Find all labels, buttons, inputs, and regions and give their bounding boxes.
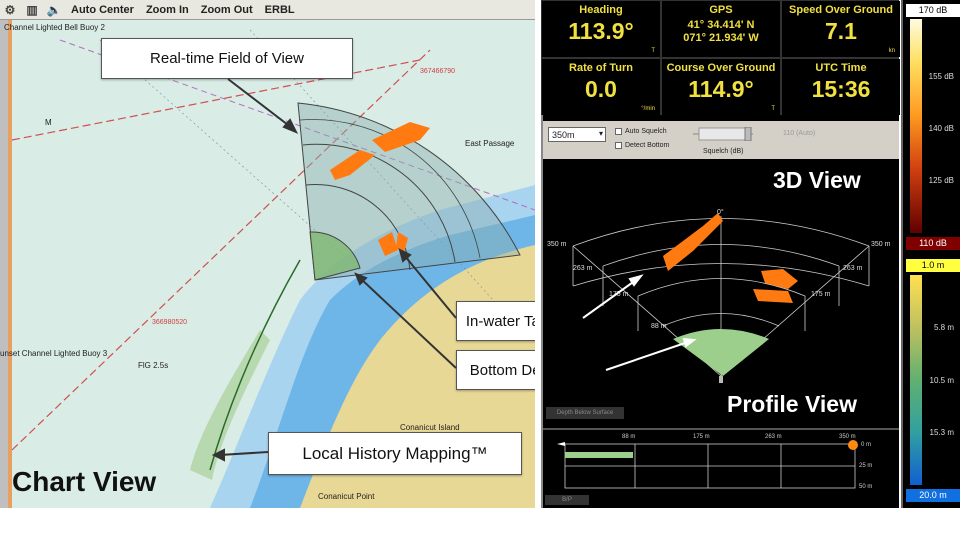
rot-value: 0.0 <box>585 76 617 102</box>
depth-label-5-8: 5.8 m <box>933 323 954 332</box>
bars-icon[interactable]: ▥ <box>24 2 40 18</box>
squelch-value: 110 (Auto) <box>783 130 816 137</box>
detect-bottom-label: Detect Bottom <box>625 142 670 149</box>
db-scale-mid: 110 dB <box>906 237 960 250</box>
ring-label-left-175: 175 m <box>609 291 629 298</box>
auto-center-button[interactable]: Auto Center <box>68 4 137 16</box>
depth-label-15-3: 15.3 m <box>929 428 954 437</box>
profile-x-175: 175 m <box>693 434 710 440</box>
cog-title: Course Over Ground <box>666 62 776 74</box>
depth-color-bar <box>910 275 922 485</box>
detect-bottom-checkbox[interactable]: Detect Bottom <box>615 142 669 149</box>
conanicut-island-label: Conanicut Island <box>400 423 460 432</box>
3d-view-title: 3D View <box>773 167 861 193</box>
db-color-bar <box>910 19 922 233</box>
rot-title: Rate of Turn <box>569 62 633 74</box>
bell-buoy-label: Channel Lighted Bell Buoy 2 <box>4 23 105 32</box>
utc-cell: UTC Time 15:36 <box>782 59 900 115</box>
depth-label-10-5: 10.5 m <box>929 376 954 385</box>
erbl-button[interactable]: ERBL <box>262 4 298 16</box>
sunset-buoy-label: unset Channel Lighted Buoy 3 <box>0 349 108 358</box>
cog-unit: T <box>771 106 775 112</box>
gps-lon: 071° 21.934' W <box>683 32 759 44</box>
zoom-in-button[interactable]: Zoom In <box>143 4 192 16</box>
detect-bottom-box[interactable] <box>615 142 622 149</box>
auto-squelch-label: Auto Squelch <box>625 128 667 135</box>
profile-x-263: 263 m <box>765 434 782 440</box>
depth-below-surface-button[interactable]: Depth Below Surface <box>546 407 624 419</box>
heading-value: 113.9° <box>568 18 634 44</box>
ring-label-right-350: 350 m <box>871 241 891 248</box>
history-callout: Local History Mapping™ <box>268 432 522 475</box>
profile-y-50: 50 m <box>859 484 873 490</box>
heading-cell: Heading 113.9° T <box>542 1 660 57</box>
profile-y-25: 25 m <box>859 463 873 469</box>
gps-title: GPS <box>709 4 733 16</box>
chart-m-label: M <box>45 118 52 127</box>
ais-id-label-2: 366980520 <box>152 319 188 326</box>
ring-label-left-350: 350 m <box>547 241 567 248</box>
depth-scale-top: 1.0 m <box>906 259 960 272</box>
chart-view-title: Chart View <box>12 466 157 497</box>
nav-data-grid: Heading 113.9° T GPS 41° 34.414' N 071° … <box>541 0 900 115</box>
profile-view-panel: 88 m 175 m 263 m 350 m 0 m 25 m 50 m B/P <box>543 428 899 508</box>
gps-cell: GPS 41° 34.414' N 071° 21.934' W <box>662 1 780 57</box>
sonar-3d-plot <box>572 213 870 383</box>
targets-callout: In-water Targets <box>456 301 535 341</box>
ring-label-left-263: 263 m <box>573 265 593 272</box>
zoom-out-button[interactable]: Zoom Out <box>198 4 256 16</box>
depth-scale-bottom: 20.0 m <box>906 489 960 502</box>
bottom-callout: Bottom Detections <box>456 350 535 390</box>
sog-title: Speed Over Ground <box>789 4 893 16</box>
db-label-140: 140 dB <box>928 124 954 133</box>
range-select[interactable]: 350m <box>548 127 606 142</box>
cog-cell: Course Over Ground 114.9° T <box>662 59 780 115</box>
cog-value: 114.9° <box>688 76 754 102</box>
east-passage-label: East Passage <box>465 139 515 148</box>
ring-label-right-263: 263 m <box>843 265 863 272</box>
sog-unit: kn <box>888 48 895 54</box>
db-label-125: 125 dB <box>928 176 954 185</box>
profile-view-title: Profile View <box>727 391 857 417</box>
chart-toolbar: ⚙ ▥ 🔈 Auto Center Zoom In Zoom Out ERBL <box>0 0 535 20</box>
gear-icon[interactable]: ⚙ <box>2 2 18 18</box>
gps-lat: 41° 34.414' N <box>687 19 755 31</box>
db-scale-top: 170 dB <box>906 4 960 17</box>
rot-unit: °/min <box>641 106 655 112</box>
angle-label: 0° <box>717 209 724 216</box>
ring-label-right-175: 175 m <box>811 291 831 298</box>
auto-squelch-checkbox[interactable]: Auto Squelch <box>615 128 667 135</box>
db-label-155: 155 dB <box>928 72 954 81</box>
sonar-controls: 350m Auto Squelch Detect Bottom 110 (Aut… <box>543 121 899 159</box>
auto-squelch-box[interactable] <box>615 128 622 135</box>
profile-x-350: 350 m <box>839 434 856 440</box>
profile-plot <box>557 440 858 489</box>
ais-id-label-1: 367466790 <box>420 68 456 75</box>
heading-unit: T <box>651 48 655 54</box>
profile-y-0: 0 m <box>861 442 872 448</box>
color-scale-panel: 170 dB 155 dB 140 dB 125 dB 110 dB 1.0 m… <box>901 0 960 508</box>
squelch-label: Squelch (dB) <box>703 148 744 155</box>
profile-x-88: 88 m <box>622 434 636 440</box>
utc-value: 15:36 <box>811 76 871 102</box>
heading-title: Heading <box>579 4 623 16</box>
profile-button[interactable]: B/P <box>545 495 589 505</box>
sog-cell: Speed Over Ground 7.1 kn <box>782 1 900 57</box>
sog-value: 7.1 <box>825 18 857 44</box>
ring-label-left-88: 88 m <box>651 323 667 330</box>
speaker-icon[interactable]: 🔈 <box>46 2 62 18</box>
conanicut-point-label: Conanicut Point <box>318 492 375 501</box>
rot-cell: Rate of Turn 0.0 °/min <box>542 59 660 115</box>
fov-callout: Real-time Field of View <box>101 38 353 79</box>
utc-title: UTC Time <box>815 62 867 74</box>
sonar-3d-view[interactable]: 350 m 263 m 175 m 88 m 350 m 263 m 175 m… <box>543 161 899 423</box>
fig-label: FlG 2.5s <box>138 361 169 370</box>
chart-view[interactable]: ⚙ ▥ 🔈 Auto Center Zoom In Zoom Out ERBL <box>0 0 535 508</box>
